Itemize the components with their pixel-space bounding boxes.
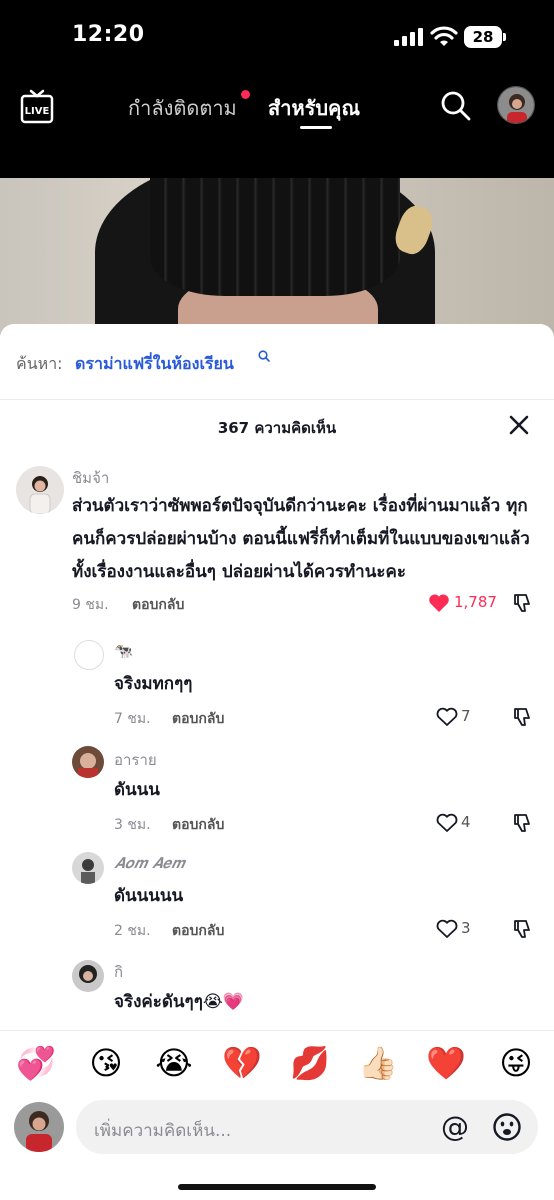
signal-icon (394, 28, 423, 46)
like-count: 7 (461, 707, 471, 725)
comment-time: 9 ชม. (72, 597, 109, 613)
avatar[interactable] (72, 960, 104, 992)
notification-dot (241, 90, 250, 99)
comment-text: จริงค่ะดันๆๆ😭💗 (114, 992, 244, 1012)
comment-text: ดันนน (114, 780, 160, 800)
reply-button[interactable]: ตอบกลับ (172, 814, 224, 836)
heart-icon[interactable] (436, 813, 458, 833)
comment-text: ส่วนตัวเราว่าซัพพอร์ตปัจจุบันดีกว่านะคะ … (72, 496, 530, 582)
like-count: 1,787 (454, 593, 497, 611)
comment-time: 2 ชม. (114, 923, 151, 939)
my-avatar (14, 1102, 64, 1152)
emoji-button[interactable]: 😜 (496, 1045, 536, 1081)
emoji-button[interactable]: 😭 (154, 1045, 194, 1081)
dislike-icon[interactable] (512, 706, 534, 728)
like-count: 3 (461, 919, 471, 937)
profile-avatar[interactable] (497, 86, 535, 124)
heart-icon[interactable] (428, 593, 450, 613)
search-mini-icon (258, 350, 270, 362)
emoji-button[interactable]: ❤️ (426, 1045, 466, 1081)
comment-input-placeholder: เพิ่มความคิดเห็น... (94, 1121, 232, 1141)
battery-indicator: 28 (464, 26, 506, 48)
status-bar: 12:20 28 (0, 0, 554, 74)
heart-icon[interactable] (436, 707, 458, 727)
live-icon[interactable]: LIVE (20, 88, 54, 124)
comment-username[interactable]: กิ (114, 960, 123, 984)
comment-username[interactable]: 🐄 (114, 642, 133, 660)
comment-username[interactable]: ชิมจ้า (72, 466, 109, 490)
comment-count: 367 ความคิดเห็น (217, 419, 337, 437)
reply-item: อาราย ดันนน 3 ชม. ตอบกลับ 4 (0, 746, 554, 846)
emoji-button[interactable]: 💔 (222, 1045, 262, 1081)
comment-username[interactable]: อาราย (114, 748, 157, 772)
reply-button[interactable]: ตอบกลับ (132, 594, 184, 616)
like-count: 4 (461, 813, 471, 831)
close-icon[interactable] (508, 414, 530, 436)
top-nav: LIVE กำลังติดตาม สำหรับคุณ (0, 74, 554, 178)
dislike-icon[interactable] (512, 812, 534, 834)
emoji-quick-bar: 💞 😘 😭 💔 💋 👍🏻 ❤️ 😜 (0, 1030, 554, 1098)
comment-item: ชิมจ้า ส่วนตัวเราว่าซัพพอร์ตปัจจุบันดีกว… (0, 462, 554, 622)
search-suggestion-query[interactable]: ดราม่าแฟรี่ในห้องเรียน (75, 352, 234, 377)
status-time: 12:20 (72, 22, 145, 47)
reply-button[interactable]: ตอบกลับ (172, 920, 224, 942)
dislike-icon[interactable] (512, 592, 534, 614)
home-indicator (178, 1184, 376, 1190)
emoji-button[interactable]: 👍🏻 (358, 1045, 398, 1081)
comment-text: จริงมทกๆๆ (114, 674, 193, 694)
comment-text: ดันนนนน (114, 886, 184, 906)
reply-item: 🐄 จริงมทกๆๆ 7 ชม. ตอบกลับ 7 (0, 640, 554, 740)
dislike-icon[interactable] (512, 918, 534, 940)
heart-icon[interactable] (436, 919, 458, 939)
emoji-button[interactable]: 💞 (16, 1045, 56, 1081)
live-label: LIVE (25, 106, 50, 117)
emoji-icon[interactable] (492, 1112, 522, 1142)
search-suggestion[interactable]: ค้นหา: ดราม่าแฟรี่ในห้องเรียน (0, 324, 554, 400)
comments-header: 367 ความคิดเห็น (0, 400, 554, 450)
search-suggestion-prefix: ค้นหา: (16, 354, 63, 373)
comment-username[interactable]: 𝑨𝒐𝒎 𝑨𝒆𝒎 (114, 854, 184, 872)
emoji-button[interactable]: 😘 (86, 1045, 126, 1081)
avatar[interactable] (72, 746, 104, 778)
emoji-button[interactable]: 💋 (290, 1045, 330, 1081)
reply-button[interactable]: ตอบกลับ (172, 708, 224, 730)
comment-input[interactable]: เพิ่มความคิดเห็น... @ (76, 1100, 538, 1154)
wifi-icon (430, 26, 458, 46)
avatar[interactable] (74, 640, 104, 670)
comment-time: 3 ชม. (114, 817, 151, 833)
battery-level: 28 (464, 26, 502, 48)
avatar[interactable] (16, 466, 64, 514)
tab-for-you[interactable]: สำหรับคุณ (268, 92, 360, 124)
active-tab-indicator (300, 126, 332, 129)
tab-following[interactable]: กำลังติดตาม (128, 92, 237, 124)
comment-time: 7 ชม. (114, 711, 151, 727)
video-player[interactable] (0, 178, 554, 338)
reply-item: กิ จริงค่ะดันๆๆ😭💗 (0, 958, 554, 1030)
avatar[interactable] (72, 852, 104, 884)
search-icon[interactable] (440, 90, 472, 122)
comment-input-row: เพิ่มความคิดเห็น... @ (0, 1098, 554, 1200)
reply-item: 𝑨𝒐𝒎 𝑨𝒆𝒎 ดันนนนน 2 ชม. ตอบกลับ 3 (0, 852, 554, 952)
at-icon[interactable]: @ (440, 1112, 470, 1142)
